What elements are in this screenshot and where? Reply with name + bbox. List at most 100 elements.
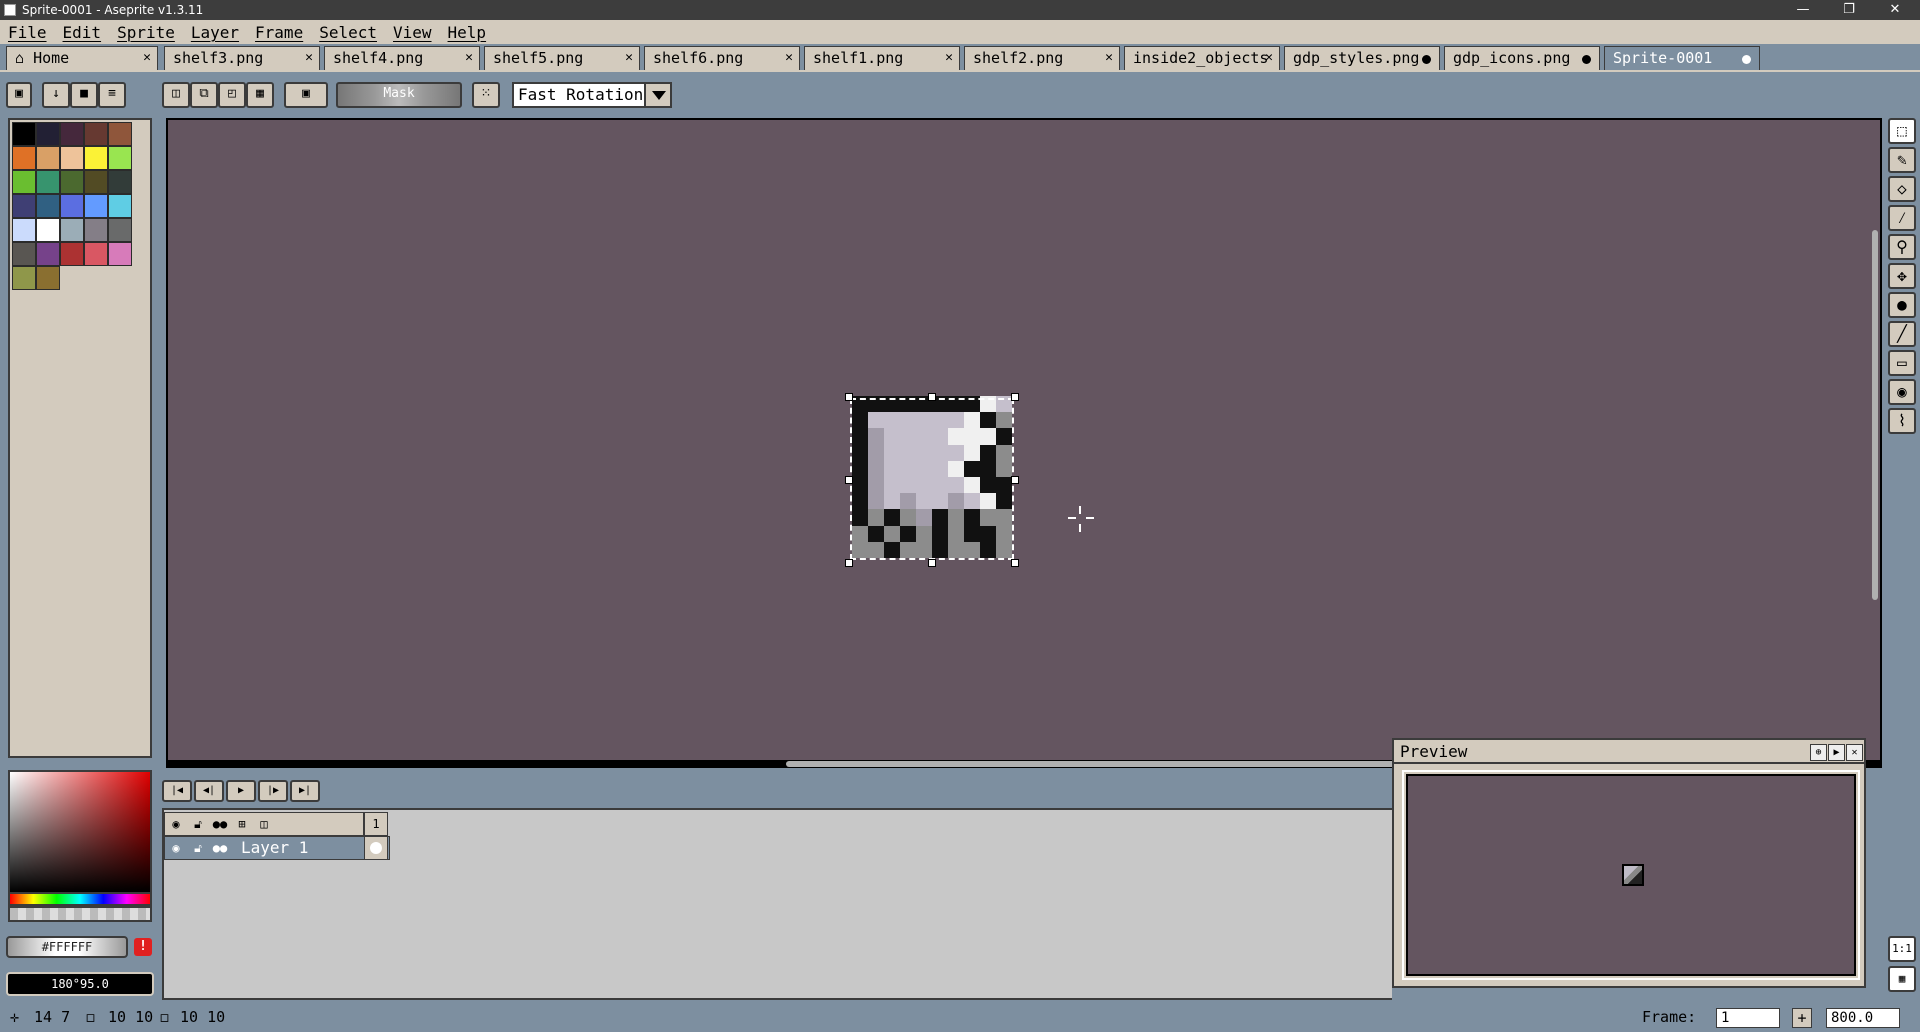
tab-shelf6[interactable]: shelf6.png ✕	[644, 46, 800, 70]
tab-shelf5[interactable]: shelf5.png ✕	[484, 46, 640, 70]
last-frame-icon[interactable]: ▶|	[290, 780, 320, 802]
menu-view[interactable]: View	[393, 23, 432, 42]
modified-dot-icon[interactable]	[1742, 55, 1751, 64]
transform-handle[interactable]	[845, 476, 853, 484]
palette-swatch[interactable]	[108, 218, 132, 242]
close-window-button[interactable]: ✕	[1872, 0, 1918, 20]
palette-swatch[interactable]	[36, 146, 60, 170]
tab-shelf4[interactable]: shelf4.png ✕	[324, 46, 480, 70]
palette-swatch[interactable]	[36, 122, 60, 146]
rectangular-marquee-icon[interactable]: ⬚	[1888, 118, 1916, 144]
palette-swatch[interactable]	[36, 242, 60, 266]
intersect-selection-icon[interactable]: ▦	[246, 82, 274, 108]
tab-gdp-icons[interactable]: gdp_icons.png	[1444, 46, 1600, 70]
transform-handle[interactable]	[1011, 476, 1019, 484]
replace-selection-icon[interactable]: ◫	[162, 82, 190, 108]
frame-input[interactable]: 1	[1716, 1008, 1780, 1028]
palette-swatch[interactable]	[36, 218, 60, 242]
palette-swatch[interactable]	[12, 242, 36, 266]
menu-select[interactable]: Select	[319, 23, 377, 42]
zoom-input[interactable]: 800.0	[1826, 1008, 1900, 1028]
close-tab-icon[interactable]: ✕	[625, 47, 633, 69]
layer-row[interactable]: ◉ 🔓︎ ●● Layer 1	[164, 836, 390, 860]
palette-swatch[interactable]	[108, 146, 132, 170]
menu-layer[interactable]: Layer	[191, 23, 239, 42]
transform-handle[interactable]	[845, 393, 853, 401]
palette-swatch[interactable]	[36, 266, 60, 290]
first-frame-icon[interactable]: |◀	[162, 780, 192, 802]
palette-swatch[interactable]	[12, 170, 36, 194]
menu-edit[interactable]: Edit	[63, 23, 102, 42]
menu-frame[interactable]: Frame	[255, 23, 303, 42]
palette-swatch[interactable]	[108, 122, 132, 146]
lock-icon[interactable]: ▣	[6, 82, 32, 108]
close-tab-icon[interactable]: ✕	[1105, 47, 1113, 69]
paint-bucket-icon[interactable]: ●	[1888, 292, 1916, 318]
eyedropper-icon[interactable]: ⁄	[1888, 205, 1916, 231]
palette-swatch[interactable]	[12, 266, 36, 290]
close-tab-icon[interactable]: ✕	[143, 47, 151, 69]
lock-icon[interactable]: 🔓︎	[187, 837, 209, 859]
tab-sprite-0001[interactable]: Sprite-0001	[1604, 46, 1760, 70]
tab-shelf1[interactable]: shelf1.png ✕	[804, 46, 960, 70]
warning-icon[interactable]: !	[134, 938, 152, 956]
previous-frame-icon[interactable]: ◀|	[194, 780, 224, 802]
add-selection-icon[interactable]: ⧉	[190, 82, 218, 108]
close-tab-icon[interactable]: ✕	[945, 47, 953, 69]
palette-swatch[interactable]	[60, 194, 84, 218]
menu-help[interactable]: Help	[448, 23, 487, 42]
continuous-icon[interactable]: ●●	[209, 813, 231, 835]
move-icon[interactable]: ✥	[1888, 263, 1916, 289]
close-tab-icon[interactable]: ✕	[465, 47, 473, 69]
subtract-selection-icon[interactable]: ◰	[218, 82, 246, 108]
zoom-icon[interactable]: ⚲	[1888, 234, 1916, 260]
preview-canvas[interactable]	[1402, 770, 1860, 980]
selection-marquee[interactable]	[850, 398, 1014, 560]
tab-shelf3[interactable]: shelf3.png ✕	[164, 46, 320, 70]
transform-handle[interactable]	[845, 559, 853, 567]
contour-icon[interactable]: ◉	[1888, 379, 1916, 405]
line-icon[interactable]: ╱	[1888, 321, 1916, 347]
stop-icon[interactable]: ■	[70, 82, 98, 108]
close-preview-icon[interactable]: ✕	[1846, 744, 1863, 761]
pencil-icon[interactable]: ✎	[1888, 147, 1916, 173]
modified-dot-icon[interactable]	[1422, 55, 1431, 64]
tab-home[interactable]: ⌂ Home ✕	[6, 46, 158, 70]
palette-swatch[interactable]	[36, 194, 60, 218]
blur-icon[interactable]: ⌇	[1888, 408, 1916, 434]
mask-color-button[interactable]: Mask	[336, 82, 462, 108]
restore-button[interactable]: ❐	[1826, 0, 1872, 20]
tab-gdp-styles[interactable]: gdp_styles.png	[1284, 46, 1440, 70]
sprite-canvas[interactable]	[166, 118, 1882, 766]
chevron-down-icon[interactable]	[644, 82, 672, 108]
palette-swatch[interactable]	[84, 122, 108, 146]
preview-title-bar[interactable]: Preview	[1394, 740, 1864, 764]
layer-group-icon[interactable]: ⊞	[231, 813, 253, 835]
transform-handle[interactable]	[928, 559, 936, 567]
close-tab-icon[interactable]: ✕	[305, 47, 313, 69]
palette-swatch[interactable]	[60, 242, 84, 266]
menu-file[interactable]: File	[8, 23, 47, 42]
palette-swatch[interactable]	[12, 122, 36, 146]
eye-icon[interactable]: ◉	[165, 813, 187, 835]
modified-dot-icon[interactable]	[1582, 55, 1591, 64]
tab-shelf2[interactable]: shelf2.png ✕	[964, 46, 1120, 70]
eraser-icon[interactable]: ◇	[1888, 176, 1916, 202]
palette-swatch[interactable]	[36, 170, 60, 194]
hue-slider[interactable]	[8, 892, 152, 906]
tab-inside2-objects[interactable]: inside2_objects ✕	[1124, 46, 1280, 70]
palette-swatch[interactable]	[84, 194, 108, 218]
alpha-slider[interactable]	[8, 906, 152, 922]
palette-swatch[interactable]	[12, 218, 36, 242]
add-frame-icon[interactable]: +	[1792, 1008, 1812, 1028]
palette-swatch[interactable]	[108, 170, 132, 194]
palette-swatch[interactable]	[108, 194, 132, 218]
actual-size-button[interactable]: 1:1	[1888, 936, 1916, 962]
vertical-scroll-thumb[interactable]	[1872, 230, 1878, 600]
transform-handle[interactable]	[928, 393, 936, 401]
pivot-icon[interactable]: ⁙	[472, 82, 500, 108]
drop-icon[interactable]: ↓	[42, 82, 70, 108]
rectangle-icon[interactable]: ▭	[1888, 350, 1916, 376]
continuous-icon[interactable]: ●●	[209, 837, 231, 859]
eye-icon[interactable]: ◉	[165, 837, 187, 859]
